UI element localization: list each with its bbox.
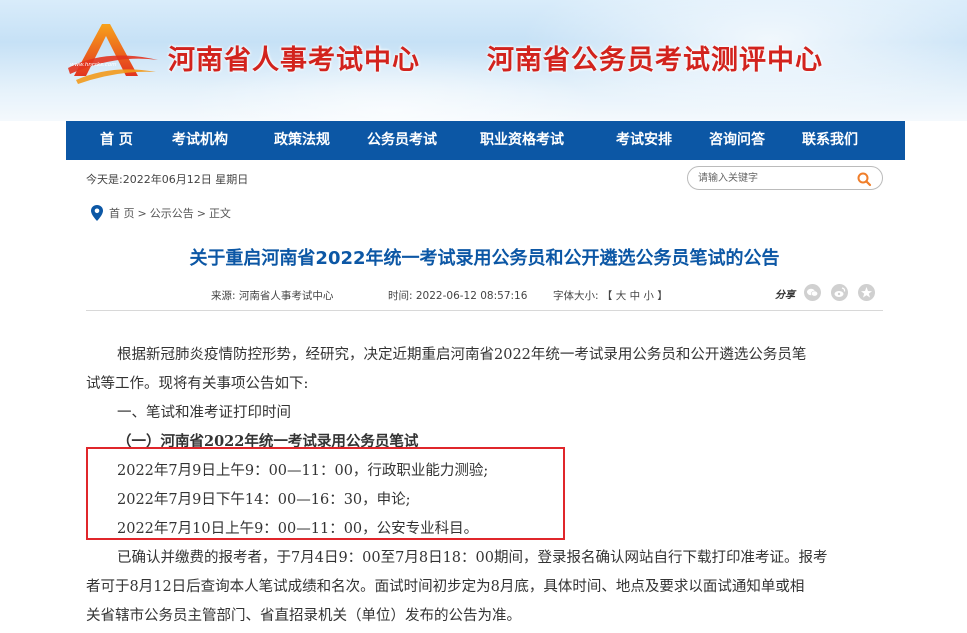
- location-pin-icon: [91, 205, 103, 221]
- breadcrumb-separator: >: [137, 206, 147, 220]
- article-source: 来源: 河南省人事考试中心: [211, 290, 334, 302]
- article-paragraph: 者可于8月12日后查询本人笔试成绩和名次。面试时间初步定为8月底，具体时间、地点…: [86, 579, 805, 595]
- site-title-right: 河南省公务员考试测评中心: [487, 45, 823, 76]
- wechat-share-icon[interactable]: [804, 284, 821, 301]
- font-size-label: 字体大小: 【: [553, 290, 613, 302]
- nav-item-civil-exam[interactable]: 公务员考试: [367, 121, 437, 160]
- nav-item-institutions[interactable]: 考试机构: [172, 121, 228, 160]
- article-paragraph: 关省辖市公务员主管部门、省直招录机关（单位）发布的公告为准。: [86, 608, 521, 624]
- nav-item-policy[interactable]: 政策法规: [274, 121, 330, 160]
- article-paragraph: 根据新冠肺炎疫情防控形势，经研究，决定近期重启河南省2022年统一考试录用公务员…: [117, 347, 807, 363]
- nav-item-contact[interactable]: 联系我们: [802, 121, 858, 160]
- breadcrumb-home[interactable]: 首 页: [109, 205, 135, 221]
- today-date: 今天是:2022年06月12日 星期日: [86, 173, 249, 186]
- article-paragraph: 已确认并缴费的报考者，于7月4日9：00至7月8日18：00期间，登录报名确认网…: [117, 550, 828, 566]
- main-nav: 首 页 考试机构 政策法规 公务员考试 职业资格考试 考试安排 咨询问答 联系我…: [66, 121, 905, 160]
- schedule-highlight-box: [86, 447, 565, 540]
- article-paragraph: 试等工作。现将有关事项公告如下:: [86, 376, 309, 392]
- article-time: 时间: 2022-06-12 08:57:16: [388, 290, 528, 302]
- favorite-star-icon[interactable]: [858, 284, 875, 301]
- breadcrumb-separator: >: [196, 206, 206, 220]
- breadcrumb-current: 正文: [208, 207, 231, 220]
- nav-item-qualification-exam[interactable]: 职业资格考试: [480, 121, 564, 160]
- breadcrumb-section[interactable]: 公示公告: [150, 205, 194, 221]
- header-banner: www.hnrsks.com 河南省人事考试中心 河南省公务员考试测评中心: [0, 0, 967, 121]
- font-size-small-button[interactable]: 小: [643, 290, 654, 302]
- breadcrumb: 首 页 > 公示公告 > 正文: [89, 203, 231, 223]
- search-box: [687, 166, 883, 190]
- font-size-control: 字体大小: 【 大 中 小 】: [553, 288, 668, 303]
- nav-item-schedule[interactable]: 考试安排: [616, 121, 672, 160]
- site-logo-icon[interactable]: www.hnrsks.com: [66, 18, 160, 88]
- article-section-heading: 一、笔试和准考证打印时间: [117, 405, 291, 421]
- meta-divider: [86, 310, 883, 311]
- search-icon[interactable]: [856, 171, 872, 187]
- article-title: 关于重启河南省2022年统一考试录用公务员和公开遴选公务员笔试的公告: [189, 248, 780, 269]
- share-label: 分享: [775, 290, 795, 301]
- font-size-bracket: 】: [657, 290, 668, 302]
- nav-item-faq[interactable]: 咨询问答: [709, 121, 765, 160]
- site-title-left: 河南省人事考试中心: [168, 45, 420, 76]
- search-input[interactable]: [698, 170, 848, 186]
- logo-url-text: www.hnrsks.com: [70, 62, 117, 68]
- nav-item-home[interactable]: 首 页: [100, 121, 133, 160]
- font-size-large-button[interactable]: 大: [616, 290, 627, 302]
- weibo-share-icon[interactable]: [831, 284, 848, 301]
- font-size-medium-button[interactable]: 中: [630, 290, 641, 302]
